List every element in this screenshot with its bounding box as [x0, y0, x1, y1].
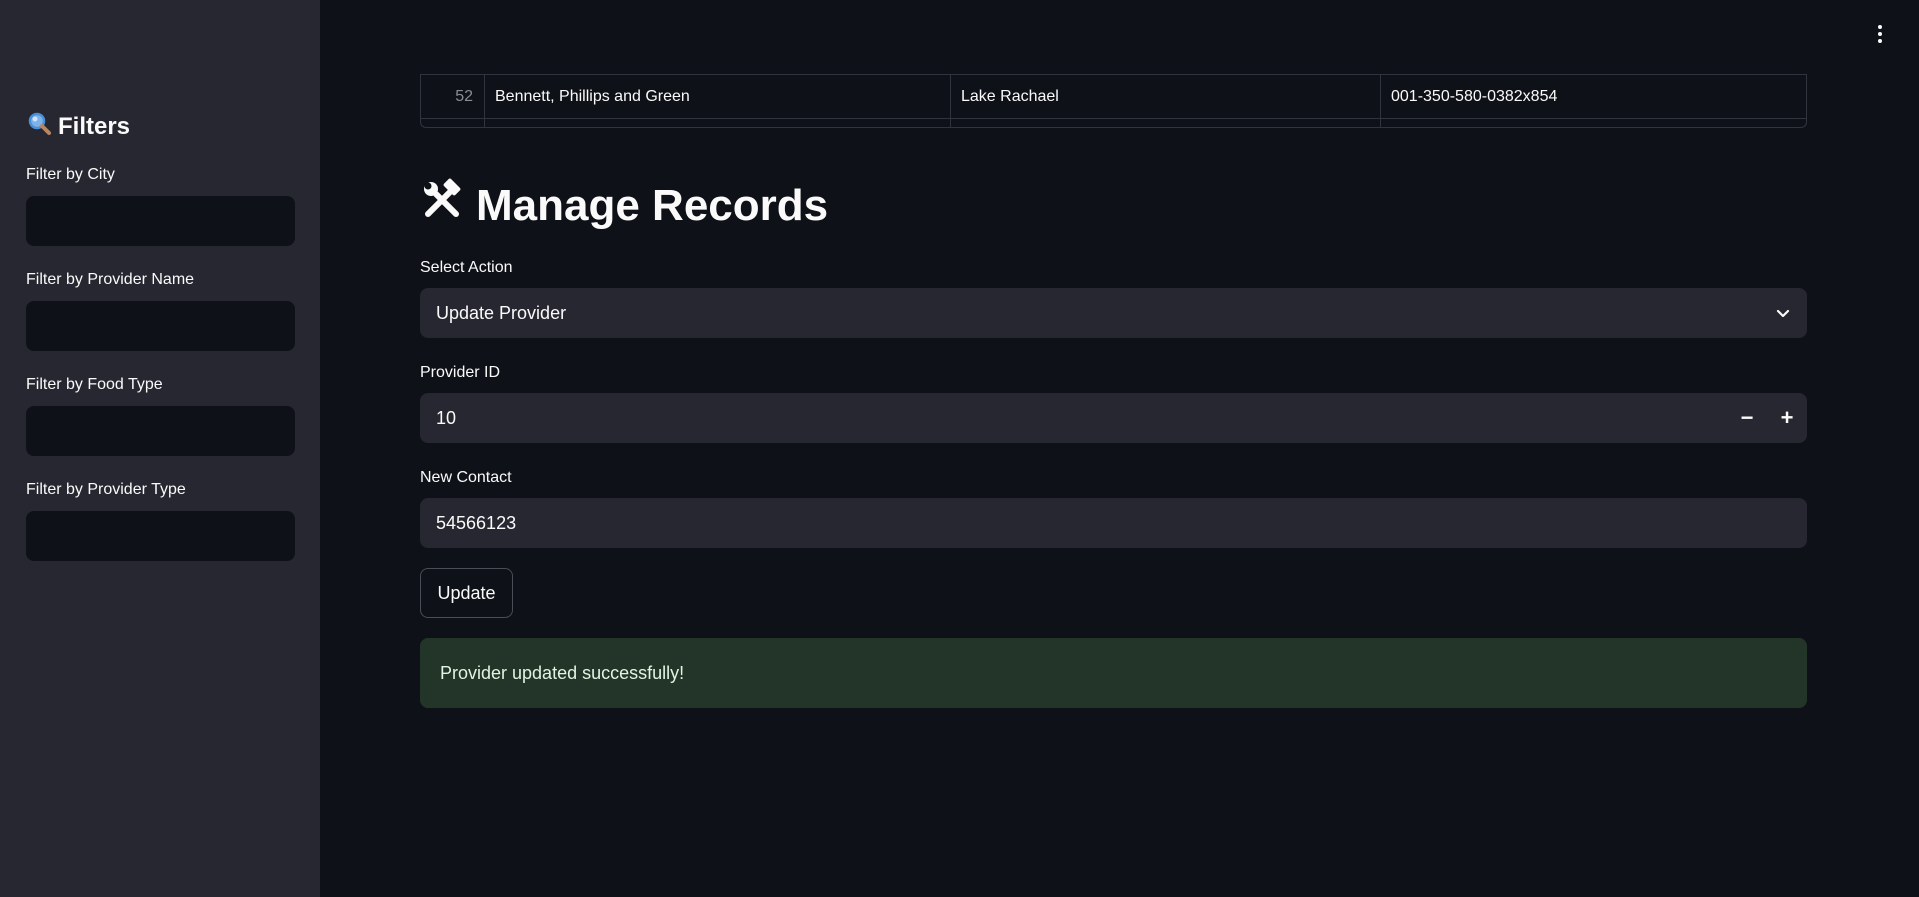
- chevron-down-icon: [1776, 309, 1790, 318]
- filter-food-type-label: Filter by Food Type: [26, 376, 163, 393]
- provider-id-number-input[interactable]: 10 − +: [420, 393, 1807, 443]
- kebab-menu-icon: [1878, 25, 1882, 29]
- filter-food-type-input[interactable]: [26, 406, 295, 456]
- cell-contact[interactable]: 001-350-580-0382x854: [1381, 75, 1806, 118]
- providers-table[interactable]: 52 Bennett, Phillips and Green Lake Rach…: [420, 74, 1807, 128]
- select-action-label: Select Action: [420, 259, 513, 276]
- filter-provider-name-input[interactable]: [26, 301, 295, 351]
- new-contact-label: New Contact: [420, 469, 512, 486]
- filter-provider-name-label: Filter by Provider Name: [26, 271, 195, 288]
- sidebar-title-text: Filters: [58, 112, 131, 140]
- decrement-button[interactable]: −: [1727, 393, 1767, 443]
- page-title: Manage Records: [420, 178, 828, 233]
- success-message: Provider updated successfully!: [440, 662, 685, 683]
- increment-button[interactable]: +: [1767, 393, 1807, 443]
- sidebar-title: Filters: [26, 110, 130, 143]
- cell-city[interactable]: Lake Rachael: [951, 75, 1381, 118]
- sidebar: Filters Filter by City Filter by Provide…: [0, 0, 320, 897]
- filter-city-input[interactable]: [26, 196, 295, 246]
- new-contact-value: 54566123: [436, 512, 517, 533]
- select-action-dropdown[interactable]: Update Provider: [420, 288, 1807, 338]
- success-alert: Provider updated successfully!: [420, 638, 1807, 708]
- hammer-wrench-icon: [420, 178, 464, 233]
- filter-city-label: Filter by City: [26, 166, 115, 183]
- cell-provider-name[interactable]: Bennett, Phillips and Green: [485, 75, 951, 118]
- provider-id-label: Provider ID: [420, 364, 501, 381]
- update-button[interactable]: Update: [420, 568, 513, 618]
- magnifier-icon: [26, 110, 52, 143]
- main-menu-button[interactable]: [1868, 22, 1892, 46]
- row-index: 52: [421, 75, 485, 118]
- table-row[interactable]: 52 Bennett, Phillips and Green Lake Rach…: [421, 74, 1806, 119]
- filter-provider-type-label: Filter by Provider Type: [26, 481, 186, 498]
- provider-id-value: 10: [436, 407, 457, 428]
- page-title-text: Manage Records: [476, 180, 829, 230]
- select-action-value: Update Provider: [436, 302, 567, 323]
- new-contact-input[interactable]: 54566123: [420, 498, 1807, 548]
- filter-provider-type-input[interactable]: [26, 511, 295, 561]
- next-row-partial: [421, 119, 1806, 127]
